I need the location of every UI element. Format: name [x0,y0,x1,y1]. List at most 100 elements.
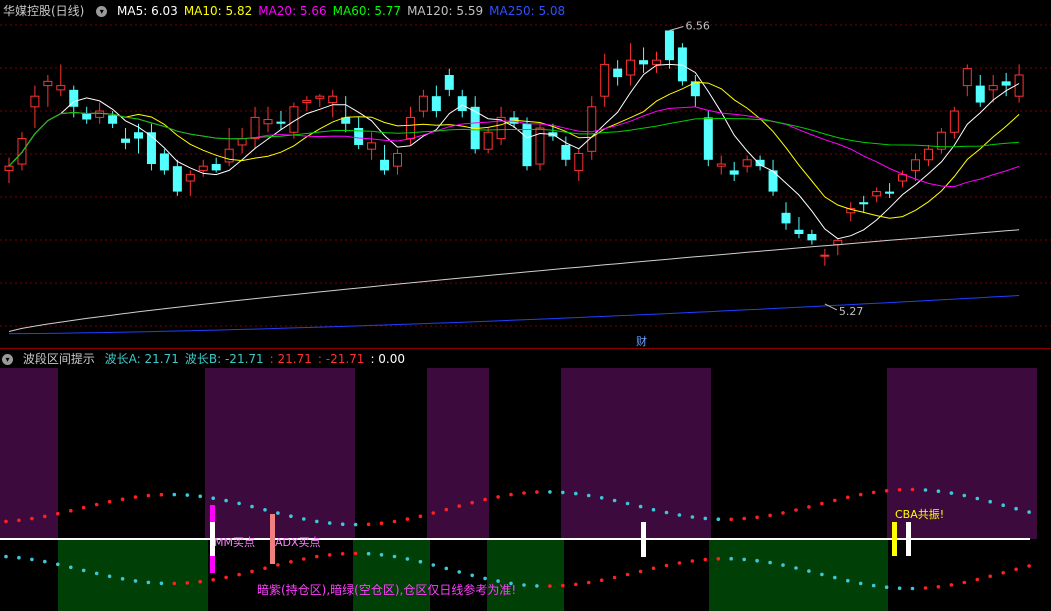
wave-a-dot [30,516,34,521]
candle-body [444,75,454,90]
wave-b-dot [871,583,876,588]
wave-b-dot [923,586,928,590]
wave-a-dot [289,514,293,518]
cba-signal-bar [892,522,897,556]
wave-b-dot [884,585,889,589]
wave-a-dot [146,493,151,498]
indicator-value-4: : 0.00 [370,352,406,366]
candle-body [302,99,312,104]
wave-a-dot [1027,510,1031,514]
wave-a-dot [366,522,371,527]
collapse-icon[interactable]: ▾ [2,354,13,365]
candle-body [626,59,636,76]
wave-b-dot [392,554,397,559]
candle-body [781,212,791,224]
wave-b-dot [146,580,151,585]
wave-a-dot [315,519,319,524]
candle-body [418,95,428,112]
wave-b-dot [936,585,941,589]
wave-b-dot [962,580,967,585]
wave-a-dot [936,489,941,493]
candle-body [613,68,623,78]
wave-a-dot [1001,503,1005,507]
wave-b-dot [664,563,669,568]
ma5-line [8,63,1020,240]
wave-a-dot [677,513,682,517]
wave-a-dot [159,492,164,497]
wave-a-dot [858,492,863,497]
wave-a-dot [509,492,513,497]
candle-body [95,110,105,118]
candle-body [807,234,817,241]
empty-zone [58,539,208,611]
wave-b-dot [69,565,73,570]
empty-zone [709,539,888,611]
wave-a-dot [431,511,436,515]
wave-b-dot [56,562,60,567]
wave-b-dot [94,571,99,576]
wave-a-dot [768,513,772,518]
wave-a-dot [496,495,500,499]
indicator-value-3: : -21.71 [317,352,365,366]
wave-a-dot [574,491,578,496]
wave-a-dot [224,498,228,503]
wave-a-dot [444,507,449,512]
wave-a-dot [302,517,306,521]
sub-panel-header: ▾ 波段区间提示 波长A: 21.71 波长B: -21.71: 21.71: -… [0,350,417,368]
wave-b-dot [418,559,423,564]
wave-b-dot [975,577,980,582]
low-label: 5.27 [839,305,864,318]
wave-b-dot [340,552,345,556]
candle-body [405,116,415,140]
wave-a-dot [1014,506,1018,511]
candle-body [587,106,597,152]
wave-a-dot [172,492,177,497]
wave-b-dot [833,575,837,580]
wave-b-dot [677,561,682,565]
wave-b-dot [17,555,21,560]
empty-zone [353,539,430,611]
wave-b-dot [30,557,34,562]
wave-b-dot [302,557,306,561]
candle-body [276,121,286,124]
zone-note: 暗紫(持仓区),暗绿(空仓区),仓区仅日线参考为准! [257,582,516,597]
candle-body [677,47,687,82]
wave-a-dot [4,519,8,524]
wave-a-dot [923,488,928,492]
candle-body [949,110,959,133]
hold-zone [427,368,489,539]
candle-body [121,138,131,143]
wave-a-dot [897,488,902,492]
wave-b-dot [599,578,604,582]
wave-b-dot [120,577,125,581]
wave-b-dot [522,583,526,587]
candle-body [185,174,195,182]
wave-b-dot [159,581,164,586]
candle-body [561,144,571,160]
wave-b-dot [353,551,358,556]
wave-a-dot [327,521,332,525]
wave-a-dot [586,493,591,498]
wave-b-dot [949,583,954,587]
candle-body [794,229,804,234]
candle-body [639,60,649,65]
candle-body [859,202,869,205]
wave-b-dot [185,581,190,585]
wave-a-dot [820,501,824,506]
wave-b-dot [237,572,241,577]
wave-a-dot [185,493,190,497]
wave-b-dot [794,566,798,570]
wave-a-dot [962,493,967,498]
wave-a-dot [988,499,992,504]
cba-signal-label: CBA共振! [895,507,944,521]
wave-b-dot [535,584,539,588]
candle-body [742,159,752,167]
wave-a-dot [846,495,850,500]
candle-body [393,152,402,167]
hold-zone [561,368,711,539]
candle-body [159,153,169,171]
ma10-line [8,81,1020,219]
wave-b-dot [716,557,721,561]
wave-b-dot [548,584,552,588]
candle-body [367,142,377,150]
